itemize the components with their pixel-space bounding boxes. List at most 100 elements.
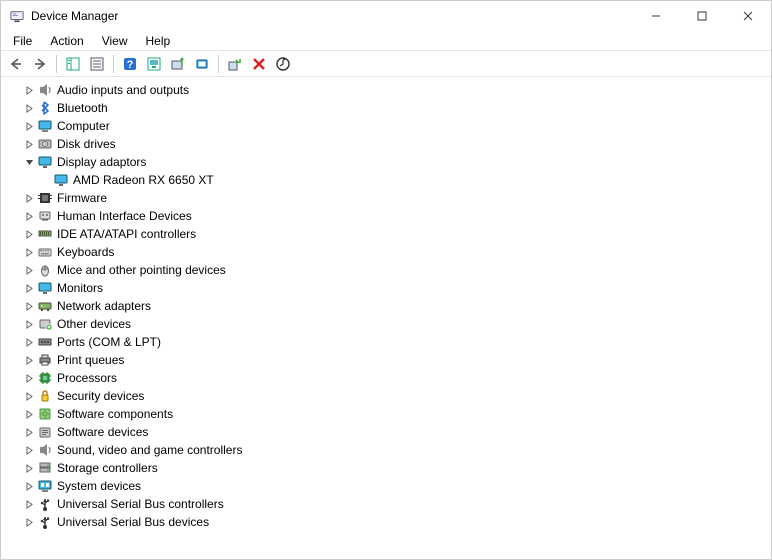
tree-item[interactable]: Ports (COM & LPT) [9,333,771,351]
tree-item-label: Audio inputs and outputs [57,83,189,97]
tree-item[interactable]: AMD Radeon RX 6650 XT [9,171,771,189]
tree-item-label: Universal Serial Bus devices [57,515,209,529]
expand-icon[interactable] [23,390,35,402]
expand-icon[interactable] [23,228,35,240]
tree-item-label: Monitors [57,281,103,295]
help-button[interactable]: ? [119,53,141,75]
menu-help[interactable]: Help [138,32,179,50]
other-icon [37,316,53,332]
keyboard-icon [37,244,53,260]
tree-item[interactable]: Universal Serial Bus controllers [9,495,771,513]
expand-icon[interactable] [23,480,35,492]
scan-for-changes-button[interactable] [272,53,294,75]
tree-item[interactable]: Storage controllers [9,459,771,477]
tree-item-label: Other devices [57,317,131,331]
menu-action[interactable]: Action [42,32,91,50]
expand-icon[interactable] [23,246,35,258]
hid-icon [37,208,53,224]
tree-item[interactable]: Computer [9,117,771,135]
show-hide-console-tree-button[interactable] [62,53,84,75]
tree-item-label: Firmware [57,191,107,205]
expand-icon[interactable] [23,462,35,474]
firmware-icon [37,190,53,206]
tree-item[interactable]: Human Interface Devices [9,207,771,225]
expand-icon[interactable] [23,282,35,294]
tree-item[interactable]: Mice and other pointing devices [9,261,771,279]
softdevice-icon [37,424,53,440]
tree-item-label: System devices [57,479,141,493]
tree-item-label: IDE ATA/ATAPI controllers [57,227,196,241]
display-icon [37,280,53,296]
expand-icon[interactable] [23,318,35,330]
expand-icon[interactable] [23,516,35,528]
tree-item[interactable]: Other devices [9,315,771,333]
expand-icon[interactable] [23,408,35,420]
update-driver-button[interactable] [167,53,189,75]
menu-file[interactable]: File [5,32,40,50]
close-button[interactable] [725,1,771,31]
tree-item[interactable]: Network adapters [9,297,771,315]
tree-item-label: Human Interface Devices [57,209,192,223]
window-title: Device Manager [31,9,118,23]
device-tree[interactable]: Audio inputs and outputs Bluetooth Compute… [1,77,771,559]
expand-icon[interactable] [23,426,35,438]
expand-icon[interactable] [23,120,35,132]
expand-icon[interactable] [23,264,35,276]
tree-item[interactable]: System devices [9,477,771,495]
tree-item-label: Universal Serial Bus controllers [57,497,224,511]
menubar: File Action View Help [1,31,771,51]
tree-item[interactable]: Monitors [9,279,771,297]
tree-item[interactable]: IDE ATA/ATAPI controllers [9,225,771,243]
collapse-icon[interactable] [23,156,35,168]
tree-item-label: Display adaptors [57,155,146,169]
expand-icon[interactable] [23,498,35,510]
menu-view[interactable]: View [94,32,136,50]
tree-item[interactable]: Software devices [9,423,771,441]
expand-icon[interactable] [23,336,35,348]
tree-item[interactable]: Display adaptors [9,153,771,171]
tree-item[interactable]: Disk drives [9,135,771,153]
forward-button[interactable] [29,53,51,75]
cpu-icon [37,370,53,386]
tree-item[interactable]: Software components [9,405,771,423]
properties-button[interactable] [86,53,108,75]
expand-icon[interactable] [23,354,35,366]
expand-icon[interactable] [23,444,35,456]
tree-item-label: Keyboards [57,245,114,259]
disable-device-button[interactable] [248,53,270,75]
titlebar: Device Manager [1,1,771,31]
enable-device-button[interactable] [224,53,246,75]
tree-item[interactable]: Firmware [9,189,771,207]
expand-icon[interactable] [23,210,35,222]
ide-icon [37,226,53,242]
tree-item-label: Print queues [57,353,124,367]
back-button[interactable] [5,53,27,75]
tree-item-label: Processors [57,371,117,385]
tree-item[interactable]: Keyboards [9,243,771,261]
audio-icon [37,82,53,98]
svg-text:?: ? [127,59,134,71]
tree-item-label: Bluetooth [57,101,108,115]
expand-icon[interactable] [23,84,35,96]
uninstall-device-button[interactable] [191,53,213,75]
expand-icon[interactable] [23,192,35,204]
scan-hardware-button[interactable] [143,53,165,75]
tree-item[interactable]: Print queues [9,351,771,369]
tree-item[interactable]: Audio inputs and outputs [9,81,771,99]
minimize-button[interactable] [633,1,679,31]
tree-item[interactable]: Security devices [9,387,771,405]
tree-item[interactable]: Bluetooth [9,99,771,117]
tree-item[interactable]: Processors [9,369,771,387]
expand-icon[interactable] [23,138,35,150]
toolbar: ? [1,51,771,77]
tree-item[interactable]: Universal Serial Bus devices [9,513,771,531]
tree-item-label: Computer [57,119,110,133]
expand-icon[interactable] [23,300,35,312]
expand-icon[interactable] [23,372,35,384]
tree-item-label: Ports (COM & LPT) [57,335,161,349]
storage-icon [37,460,53,476]
window-controls [633,1,771,31]
expand-icon[interactable] [23,102,35,114]
maximize-button[interactable] [679,1,725,31]
tree-item[interactable]: Sound, video and game controllers [9,441,771,459]
